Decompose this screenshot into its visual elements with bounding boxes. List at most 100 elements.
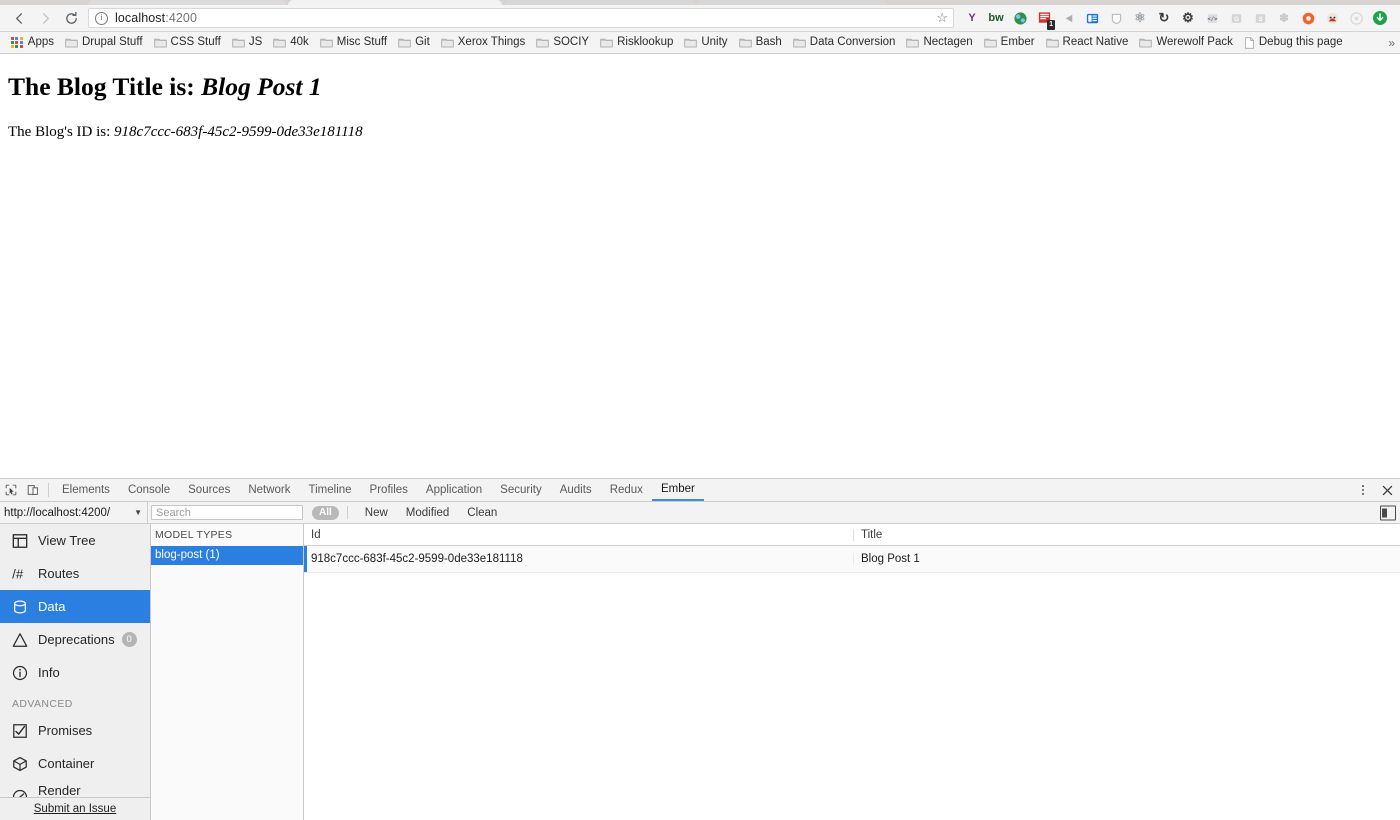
devtools-tab-sources[interactable]: Sources [179, 479, 239, 501]
close-icon[interactable] [1374, 484, 1400, 497]
address-bar[interactable]: i localhost:4200 ☆ [88, 8, 954, 28]
snowflake-extension-icon[interactable]: ❄ [1272, 6, 1296, 30]
app-select[interactable]: http://localhost:4200/ ▼ [0, 502, 148, 523]
bookmark-item[interactable]: Bash [734, 34, 788, 52]
sidebar-item-deprecations[interactable]: Deprecations 0 [0, 623, 150, 656]
bookmark-item[interactable]: JS [227, 34, 268, 52]
bookmark-item[interactable]: React Native [1041, 34, 1135, 52]
sidebar-item-label: Deprecations [38, 632, 115, 647]
circle-extension-icon[interactable] [1344, 6, 1368, 30]
orange-extension-icon[interactable] [1296, 6, 1320, 30]
onetab-extension-icon[interactable] [1080, 6, 1104, 30]
star-icon[interactable]: ☆ [936, 10, 948, 26]
filter-new[interactable]: New [356, 507, 397, 519]
bookmark-item[interactable]: Git [393, 34, 436, 52]
search-input[interactable]: Search [151, 505, 303, 520]
info-circle-icon[interactable]: i [95, 11, 108, 25]
shield-extension-icon[interactable] [1104, 6, 1128, 30]
bookmark-item[interactable]: Drupal Stuff [60, 34, 149, 52]
devtools-tab-application[interactable]: Application [417, 479, 491, 501]
page-blog-id-value: 918c7ccc-683f-45c2-9599-0de33e181118 [114, 124, 363, 141]
reload-icon[interactable] [58, 6, 84, 30]
warning-triangle-icon [12, 632, 32, 648]
bookmark-item[interactable]: Xerox Things [436, 34, 532, 52]
kebab-menu-icon[interactable] [1352, 483, 1374, 497]
devtools-tab-audits[interactable]: Audits [551, 479, 601, 501]
grammarly-extension-icon[interactable]: G [1224, 6, 1248, 30]
bookmark-item[interactable]: Nectagen [901, 34, 978, 52]
ember-sidebar: View Tree /# Routes Data Deprecations 0 Info A… [0, 524, 151, 820]
devtools-tab-elements[interactable]: Elements [53, 479, 119, 501]
dock-to-side-icon[interactable] [1380, 505, 1396, 520]
bug-extension-icon[interactable]: ⚙ [1176, 6, 1200, 30]
folder-icon [536, 37, 549, 48]
bookmark-item[interactable]: SOCIY [531, 34, 595, 52]
row-state-marker [304, 546, 307, 572]
app-select-value: http://localhost:4200/ [4, 506, 111, 519]
bookmark-label: JS [248, 35, 263, 48]
toolbar-divider [48, 483, 49, 497]
bookmark-item[interactable]: Unity [679, 34, 733, 52]
browser-window: i localhost:4200 ☆ Y bw 1 ⚛ ↻ ⚙ </> G S … [0, 0, 1400, 820]
search-placeholder: Search [156, 506, 191, 519]
filter-modified[interactable]: Modified [397, 507, 458, 519]
deprecations-count-badge: 0 [121, 632, 137, 647]
monkey-extension-icon[interactable] [1320, 6, 1344, 30]
folder-icon [273, 37, 286, 48]
filter-all[interactable]: All [312, 505, 339, 520]
background-tab[interactable] [505, 0, 695, 5]
code-extension-icon[interactable]: </> [1200, 6, 1224, 30]
globe-extension-icon[interactable] [1008, 6, 1032, 30]
device-toolbar-icon[interactable] [22, 479, 44, 501]
folder-icon [441, 37, 454, 48]
bookmark-item[interactable]: Ember [979, 34, 1041, 52]
bookmark-apps[interactable]: Apps [6, 34, 60, 52]
folder-icon [153, 37, 167, 48]
sidebar-item-promises[interactable]: Promises [0, 714, 150, 747]
pocket-extension-icon[interactable] [1056, 6, 1080, 30]
bookmark-item[interactable]: CSS Stuff [149, 34, 227, 52]
table-row[interactable]: 918c7ccc-683f-45c2-9599-0de33e181118 Blog… [304, 546, 1400, 573]
browser-toolbar: i localhost:4200 ☆ Y bw 1 ⚛ ↻ ⚙ </> G S … [0, 5, 1400, 32]
bookmark-item[interactable]: Debug this page [1239, 34, 1349, 52]
column-header-title[interactable]: Title [854, 529, 1400, 541]
bookmark-item[interactable]: Misc Stuff [315, 34, 393, 52]
sidebar-item-data[interactable]: Data [0, 590, 150, 623]
devtools-tab-console[interactable]: Console [119, 479, 179, 501]
bookmark-label: Werewolf Pack [1156, 35, 1233, 48]
sidebar-item-container[interactable]: Container [0, 747, 150, 780]
back-arrow-icon[interactable] [6, 6, 32, 30]
folder-icon [738, 37, 752, 48]
model-type-item[interactable]: blog-post (1) [151, 546, 303, 565]
devtools-tab-network[interactable]: Network [239, 479, 299, 501]
active-tab[interactable] [288, 0, 502, 5]
submit-an-issue-link[interactable]: Submit an Issue [34, 803, 116, 815]
routes-hash-icon: /# [12, 566, 32, 582]
sidebar-item-view-tree[interactable]: View Tree [0, 524, 150, 557]
download-extension-icon[interactable] [1368, 6, 1392, 30]
background-tab[interactable] [697, 0, 887, 5]
bookmark-item[interactable]: 40k [268, 34, 315, 52]
react-devtools-icon[interactable]: ⚛ [1128, 6, 1152, 30]
filter-clean[interactable]: Clean [458, 507, 506, 519]
folder-icon [906, 37, 920, 48]
devtools-tab-profiles[interactable]: Profiles [361, 479, 417, 501]
bookmark-item[interactable]: Data Conversion [788, 34, 902, 52]
devtools-tab-security[interactable]: Security [491, 479, 551, 501]
background-tab[interactable] [88, 0, 286, 5]
bookmark-item[interactable]: Risklookup [595, 34, 679, 52]
bookmark-item[interactable]: Werewolf Pack [1134, 34, 1238, 52]
sidebar-item-routes[interactable]: /# Routes [0, 557, 150, 590]
devtools-tab-ember[interactable]: Ember [651, 479, 704, 501]
inspect-element-icon[interactable] [0, 479, 22, 501]
sync-extension-icon[interactable]: ↻ [1152, 6, 1176, 30]
sidebar-item-info[interactable]: Info [0, 656, 150, 689]
stylebot-extension-icon[interactable]: S [1248, 6, 1272, 30]
column-header-id[interactable]: Id [304, 528, 854, 541]
feedly-extension-icon[interactable]: 1 [1032, 6, 1056, 30]
yahoo-extension-icon[interactable]: Y [960, 6, 984, 30]
devtools-tab-timeline[interactable]: Timeline [300, 479, 361, 501]
chevron-overflow-icon[interactable]: » [1388, 36, 1395, 50]
devtools-tab-redux[interactable]: Redux [601, 479, 652, 501]
bitwarden-extension-icon[interactable]: bw [984, 6, 1008, 30]
